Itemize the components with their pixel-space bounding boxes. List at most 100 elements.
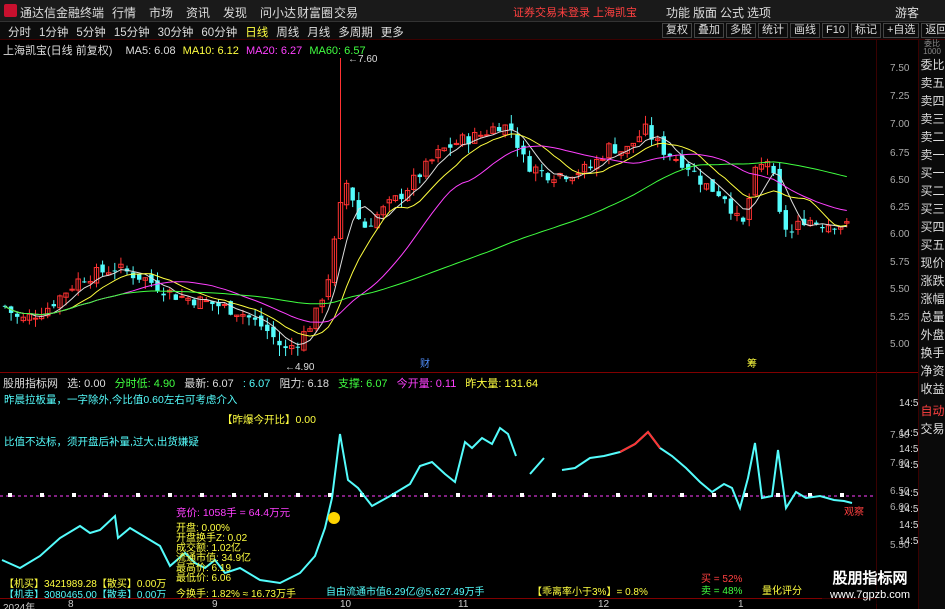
ref-dot	[680, 493, 684, 497]
quote-row-label[interactable]: 涨跌	[919, 272, 945, 290]
ref-dot	[232, 493, 236, 497]
menu-function[interactable]: 功能	[666, 4, 693, 21]
ref-dot	[584, 493, 588, 497]
period-tab[interactable]: 周线	[276, 24, 299, 40]
app-logo-icon	[4, 4, 17, 17]
add-watchlist-button[interactable]: +自选	[882, 23, 920, 38]
date-label: 11	[458, 599, 469, 609]
menu-options[interactable]: 选项	[747, 4, 774, 21]
mark-button[interactable]: 标记	[850, 23, 881, 38]
overlay-button[interactable]: 叠加	[694, 23, 724, 38]
quote-row-label[interactable]: 买三	[919, 200, 945, 218]
quote-row-label[interactable]: 卖三	[919, 110, 945, 128]
candle-body	[417, 174, 422, 178]
indicator-chart[interactable]	[0, 388, 876, 598]
quote-row-label[interactable]: 卖五	[919, 74, 945, 92]
period-tab[interactable]: 15分钟	[114, 24, 150, 40]
candle-body	[399, 193, 404, 200]
quote-row-label[interactable]: 买五	[919, 236, 945, 254]
draw-button[interactable]: 画线	[790, 23, 820, 38]
quote-row-label[interactable]: 买四	[919, 218, 945, 236]
quote-row-label[interactable]: 总量	[919, 308, 945, 326]
candle-body	[137, 274, 142, 280]
quote-row-label[interactable]: 买一	[919, 164, 945, 182]
low-price-label: ←4.90	[285, 362, 315, 372]
menu-discover[interactable]: 发现	[223, 4, 260, 21]
menu-news[interactable]: 资讯	[186, 4, 223, 21]
login-notice[interactable]: 证券交易未登录 上海凯宝	[513, 4, 637, 20]
menu-trade[interactable]: 交易	[334, 4, 371, 21]
candle-body	[161, 293, 166, 296]
quote-row-label[interactable]: 委比	[919, 56, 945, 74]
note-observe: 观察	[844, 507, 864, 518]
quote-row-label[interactable]: 涨幅	[919, 290, 945, 308]
quote-row-label[interactable]: 收益	[919, 380, 945, 398]
quote-row-label[interactable]: 买二	[919, 182, 945, 200]
candle-body	[265, 324, 270, 332]
indicator-legend: 股朋指标网 选: 0.00 分时低: 4.90 最新: 6.07 : 6.07 …	[0, 375, 544, 390]
ref-dot	[136, 493, 140, 497]
back-button[interactable]: 返回	[921, 23, 945, 38]
kline-chart[interactable]: ←7.60 ←4.90 财 筹	[0, 40, 876, 372]
menu-market[interactable]: 市场	[149, 4, 186, 21]
ref-dot	[72, 493, 76, 497]
period-tab[interactable]: 月线	[307, 24, 330, 40]
quote-row-label[interactable]: 净资	[919, 362, 945, 380]
price-tick: 7.25	[890, 91, 910, 102]
candle-body	[716, 191, 721, 197]
chart-toolbar: 复权 叠加 多股 统计 画线 F10 标记 +自选 返回	[662, 23, 945, 38]
candle-body	[246, 315, 252, 318]
menu-quotes[interactable]: 行情	[112, 4, 149, 21]
price-scale: 7.50 7.25 7.00 6.75 6.50 6.25 6.00 5.75 5.50 5.25…	[876, 40, 918, 372]
trade-button[interactable]: 交易	[919, 420, 945, 438]
price-tick: 5.50	[890, 284, 910, 295]
adjust-button[interactable]: 复权	[662, 23, 692, 38]
price-tick: 6.75	[890, 148, 910, 159]
guest-label[interactable]: 游客	[895, 4, 919, 21]
candle-body	[252, 317, 258, 320]
candle-body	[112, 270, 117, 272]
candle-body	[698, 175, 703, 185]
menu-formula[interactable]: 公式	[720, 4, 747, 21]
event-marker: 财	[420, 357, 430, 370]
menu-ask[interactable]: 问小达	[260, 4, 297, 21]
candle-body	[259, 315, 264, 327]
quote-row-label[interactable]: 卖一	[919, 146, 945, 164]
candle-body	[728, 198, 734, 214]
candle-body	[545, 173, 551, 181]
menu-layout[interactable]: 版面	[693, 4, 720, 21]
date-label: 8	[68, 599, 74, 609]
f10-button[interactable]: F10	[822, 23, 849, 38]
ref-dot	[456, 493, 460, 497]
date-label: 12	[598, 599, 610, 609]
period-tab-active[interactable]: 日线	[245, 24, 268, 40]
period-tab-more[interactable]: 更多	[381, 24, 404, 40]
period-tab[interactable]: 多周期	[338, 24, 373, 40]
quote-row-label[interactable]: 外盘	[919, 326, 945, 344]
candle-body	[173, 294, 178, 300]
menu-wealth[interactable]: 财富圈	[297, 4, 334, 21]
quote-row-label[interactable]: 换手	[919, 344, 945, 362]
period-tab[interactable]: 5分钟	[76, 24, 105, 40]
note-free-cap: 自由流通市值6.29亿@5,627.49万手	[326, 587, 485, 598]
date-label: 1	[738, 599, 744, 609]
price-tick: 6.50	[890, 175, 910, 186]
quote-rows: 委比 卖五 卖四 卖三 卖二 卖一 买一 买二 买三 买四 买五 现价 涨跌 涨幅 总量 外盘 换手 净资 收益	[919, 56, 945, 398]
quote-row-label[interactable]: 卖二	[919, 128, 945, 146]
period-tab[interactable]: 60分钟	[201, 24, 237, 40]
period-tab[interactable]: 分时	[8, 24, 31, 40]
stats-button[interactable]: 统计	[758, 23, 788, 38]
quote-row-label[interactable]: 现价	[919, 254, 945, 272]
high-price-label: ←7.60	[348, 54, 378, 65]
note-3: 比值不达标，须开盘后补量,过大,出货嫌疑	[4, 436, 199, 448]
period-tab[interactable]: 30分钟	[158, 24, 194, 40]
candle-body	[496, 127, 502, 132]
period-bar: 分时 1分钟 5分钟 15分钟 30分钟 60分钟 日线 周线 月线 多周期 更…	[0, 22, 945, 40]
quote-row-label[interactable]: 卖四	[919, 92, 945, 110]
note-open-stats: 开盘: 0.00% 开盘换手Z: 0.02 成交额: 1.02亿 流通市值: 3…	[176, 524, 251, 584]
period-tab[interactable]: 1分钟	[39, 24, 68, 40]
multi-stock-button[interactable]: 多股	[726, 23, 756, 38]
candle-body	[51, 304, 56, 307]
auto-button[interactable]: 自动	[919, 402, 945, 420]
candle-body	[221, 303, 228, 306]
